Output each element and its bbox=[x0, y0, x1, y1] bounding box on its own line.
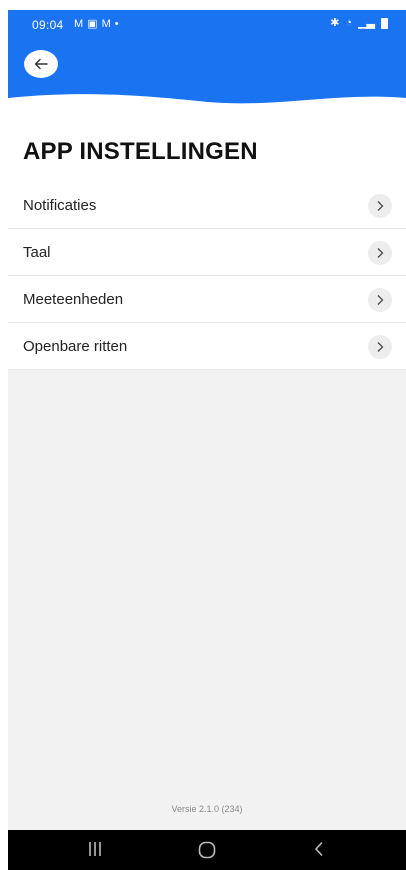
status-system-icons: ✱ ◔ ▁▃ bbox=[330, 16, 388, 30]
screen: 09:04 Μ ▣ Μ • ✱ ◔ ▁▃ APP INSTELLINGEN No… bbox=[0, 0, 406, 870]
content: APP INSTELLINGEN Notificaties Taal Meete… bbox=[8, 110, 406, 830]
page-title: APP INSTELLINGEN bbox=[23, 138, 258, 165]
recent-apps-icon bbox=[89, 842, 101, 856]
settings-item-notificaties[interactable]: Notificaties bbox=[8, 182, 406, 229]
settings-list: Notificaties Taal Meeteenheden Openbare … bbox=[8, 182, 406, 370]
status-bar: 09:04 Μ ▣ Μ • ✱ ◔ ▁▃ bbox=[8, 10, 406, 40]
nav-back-button[interactable] bbox=[314, 841, 324, 862]
settings-item-label: Meeteenheden bbox=[23, 291, 124, 308]
battery-icon bbox=[381, 17, 388, 29]
settings-item-label: Taal bbox=[23, 244, 51, 261]
title-block: APP INSTELLINGEN bbox=[8, 110, 406, 182]
chevron-right-icon bbox=[368, 194, 392, 218]
home-icon bbox=[198, 841, 216, 859]
status-notification-icons: Μ ▣ Μ • bbox=[74, 17, 119, 31]
status-time: 09:04 bbox=[32, 18, 64, 32]
settings-item-label: Openbare ritten bbox=[23, 338, 128, 355]
chevron-right-icon bbox=[368, 241, 392, 265]
chevron-right-icon bbox=[368, 288, 392, 312]
arrow-left-icon bbox=[34, 58, 48, 70]
version-label: Versie 2.1.0 (234) bbox=[171, 804, 243, 814]
settings-item-meeteenheden[interactable]: Meeteenheden bbox=[8, 276, 406, 323]
recent-apps-button[interactable] bbox=[88, 841, 102, 862]
gallery-icon: ▣ bbox=[87, 18, 98, 30]
home-button[interactable] bbox=[198, 841, 216, 864]
system-nav-bar bbox=[8, 830, 406, 870]
settings-item-taal[interactable]: Taal bbox=[8, 229, 406, 276]
back-icon bbox=[314, 841, 323, 857]
signal-icon: ▁▃ bbox=[358, 17, 375, 29]
dot-icon: • bbox=[114, 18, 119, 30]
wifi-icon: ◔ bbox=[345, 17, 353, 29]
back-button[interactable] bbox=[24, 50, 58, 78]
settings-item-label: Notificaties bbox=[23, 197, 97, 214]
chevron-right-icon bbox=[368, 335, 392, 359]
bluetooth-icon: ✱ bbox=[330, 17, 340, 29]
settings-item-openbare-ritten[interactable]: Openbare ritten bbox=[8, 323, 406, 370]
gmail-icon: Μ bbox=[74, 18, 84, 30]
gmail-icon: Μ bbox=[101, 18, 111, 30]
